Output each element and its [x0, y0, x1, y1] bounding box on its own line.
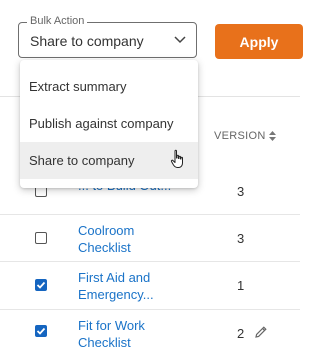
bulk-action-label: Bulk Action — [27, 15, 88, 28]
version-value: 1 — [237, 278, 245, 293]
menu-item-label: Extract summary — [29, 79, 127, 94]
document-title: First Aid and Emergency... — [78, 270, 154, 302]
bulk-action-value: Share to company — [30, 33, 144, 49]
row-checkbox-checked[interactable] — [35, 325, 47, 337]
bulk-action-select[interactable]: Bulk Action Share to company — [18, 15, 197, 58]
version-header-label: VERSION — [214, 130, 266, 142]
hand-cursor-icon — [170, 149, 183, 168]
row-divider — [0, 309, 300, 310]
document-link[interactable]: Coolroom Checklist — [78, 222, 178, 256]
row-divider — [0, 261, 300, 262]
version-value: 3 — [237, 231, 245, 246]
pencil-icon[interactable] — [254, 325, 268, 339]
menu-item-share-to-company[interactable]: Share to company — [20, 142, 198, 179]
sort-icon — [268, 131, 276, 141]
menu-item-label: Share to company — [29, 153, 135, 168]
menu-item-publish-against-company[interactable]: Publish against company — [20, 105, 198, 142]
document-link[interactable]: First Aid and Emergency... — [78, 269, 178, 303]
checkmark-icon — [36, 281, 46, 289]
checkmark-icon — [36, 327, 46, 335]
menu-item-label: Publish against company — [29, 116, 174, 131]
document-title: Coolroom Checklist — [78, 223, 135, 255]
document-link[interactable]: Fit for Work Checklist — [78, 317, 178, 351]
version-value: 2 — [237, 326, 245, 341]
version-column-header[interactable]: VERSION — [214, 130, 276, 142]
document-title: Fit for Work Checklist — [78, 318, 145, 350]
row-checkbox-checked[interactable] — [35, 279, 47, 291]
menu-item-extract-summary[interactable]: Extract summary — [20, 68, 198, 105]
apply-button[interactable]: Apply — [215, 24, 303, 59]
bulk-action-menu: Extract summary Publish against company … — [20, 60, 198, 188]
version-value: 3 — [237, 184, 245, 199]
row-checkbox[interactable] — [35, 232, 47, 244]
chevron-down-icon — [174, 36, 186, 44]
row-divider — [0, 214, 300, 215]
